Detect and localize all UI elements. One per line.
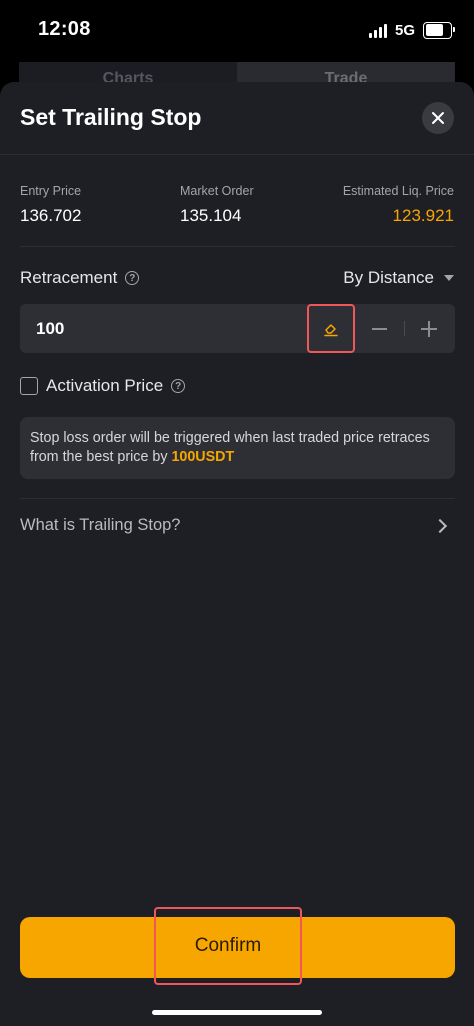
- liq-price-block: Estimated Liq. Price 123.921: [343, 184, 454, 226]
- what-is-trailing-stop-label: What is Trailing Stop?: [20, 516, 181, 534]
- info-divider: [20, 246, 455, 247]
- activation-price-label: Activation Price: [46, 376, 164, 395]
- close-button[interactable]: [422, 102, 454, 134]
- status-icons: 5G: [368, 20, 455, 40]
- mode-select[interactable]: By Distance: [343, 268, 454, 288]
- status-time: 12:08: [38, 18, 91, 40]
- minus-icon: [371, 328, 387, 330]
- entry-price-block: Entry Price 136.702: [20, 184, 81, 226]
- retracement-input-value[interactable]: 100: [36, 319, 64, 339]
- trailing-stop-note: Stop loss order will be triggered when l…: [20, 417, 455, 479]
- market-order-value: 135.104: [180, 206, 242, 225]
- liq-price-label: Estimated Liq. Price: [342, 184, 454, 198]
- note-highlight: 100USDT: [171, 449, 235, 465]
- activation-price-row[interactable]: Activation Price ?: [20, 376, 186, 396]
- signal-icon: [368, 22, 387, 38]
- question-circle-icon[interactable]: ?: [125, 271, 140, 285]
- home-indicator: [152, 1010, 322, 1015]
- caret-down-icon: [444, 275, 454, 281]
- entry-price-label: Entry Price: [20, 184, 82, 198]
- retracement-label: Retracement: [20, 268, 118, 287]
- market-order-block: Market Order 135.104: [180, 184, 254, 226]
- confirm-label: Confirm: [154, 907, 302, 985]
- clear-input-button[interactable]: [307, 304, 355, 353]
- chevron-right-icon: [432, 518, 448, 533]
- note-divider: [20, 498, 455, 499]
- close-icon: [432, 112, 444, 124]
- status-bar: 12:08 5G: [0, 0, 474, 58]
- header-divider: [0, 154, 474, 155]
- retracement-label-row: Retracement ?: [20, 268, 140, 288]
- what-is-trailing-stop-link[interactable]: What is Trailing Stop?: [20, 516, 455, 535]
- decrement-button[interactable]: [366, 316, 392, 342]
- trailing-stop-sheet: Set Trailing Stop Entry Price 136.702 Ma…: [0, 82, 474, 1026]
- market-order-label: Market Order: [180, 184, 254, 198]
- network-type: 5G: [394, 21, 415, 39]
- activation-price-checkbox[interactable]: [20, 377, 38, 395]
- sheet-title: Set Trailing Stop: [20, 104, 202, 130]
- eraser-icon: [324, 323, 338, 336]
- increment-button[interactable]: [416, 316, 442, 342]
- mode-select-value: By Distance: [343, 268, 434, 287]
- liq-price-value: 123.921: [392, 206, 454, 225]
- retracement-input[interactable]: 100: [20, 304, 455, 353]
- entry-price-value: 136.702: [20, 206, 82, 225]
- battery-icon: [423, 21, 455, 39]
- stepper-divider: [404, 321, 405, 336]
- confirm-button[interactable]: Confirm: [20, 907, 455, 985]
- question-circle-icon[interactable]: ?: [171, 379, 186, 393]
